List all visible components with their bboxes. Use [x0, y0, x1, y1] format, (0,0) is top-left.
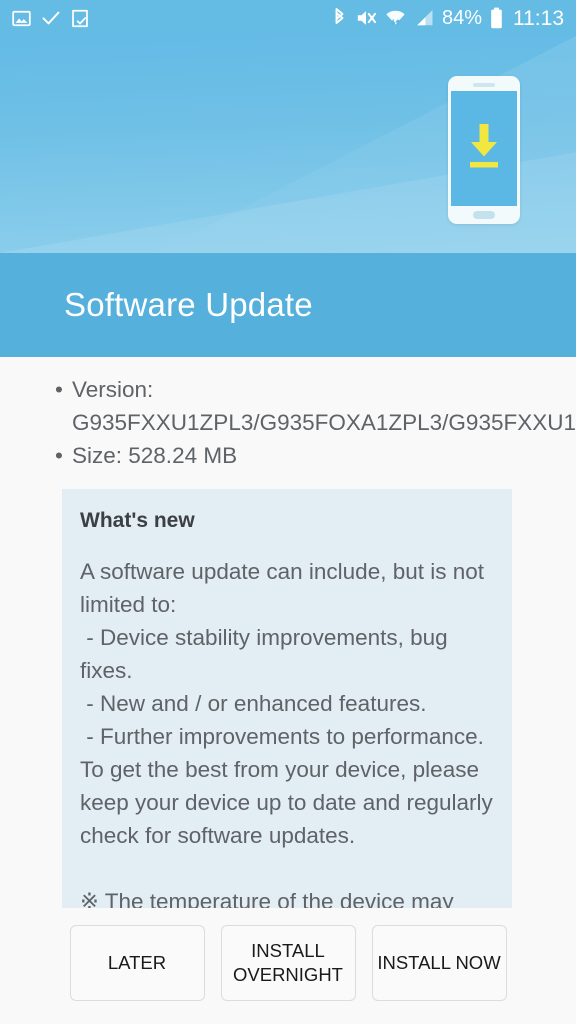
battery-percent-label: 84%: [441, 7, 482, 29]
whats-new-heading: What's new: [80, 509, 195, 532]
action-button-row: LATER INSTALL OVERNIGHT INSTALL NOW: [0, 925, 576, 1001]
later-button[interactable]: LATER: [69, 925, 205, 1001]
cellular-signal-icon: [414, 8, 434, 28]
whats-new-panel: What's new A software update can include…: [62, 489, 512, 908]
status-bar-left-icons: [12, 8, 89, 28]
update-details: • Version: G935FXXU1ZPL3/G935FOXA1ZPL3/G9…: [0, 357, 576, 472]
version-line: • Version: G935FXXU1ZPL3/G935FOXA1ZPL3/G9…: [55, 373, 576, 439]
size-bullet-icon: •: [55, 443, 63, 468]
image-icon: [12, 9, 31, 28]
download-arrow-icon: [470, 124, 498, 168]
hero-banner: [0, 36, 576, 253]
whats-new-body: A software update can include, but is no…: [80, 559, 493, 908]
phone-download-icon: [448, 76, 520, 224]
page-title: Software Update: [64, 286, 313, 323]
mute-icon: [355, 8, 377, 28]
software-update-screen: 84% 11:13 Software Update • Version: G93…: [0, 0, 576, 1024]
bluetooth-icon: [332, 7, 347, 29]
check-icon: [41, 8, 61, 28]
version-bullet-icon: •: [55, 377, 63, 402]
phone-home-button-graphic: [473, 211, 495, 219]
document-check-icon: [71, 9, 89, 28]
status-bar-right-icons: 84% 11:13: [332, 7, 564, 29]
status-bar: 84% 11:13: [0, 0, 576, 36]
title-bar: Software Update: [0, 253, 576, 357]
version-text: Version: G935FXXU1ZPL3/G935FOXA1ZPL3/G93…: [72, 377, 576, 435]
content-area: • Version: G935FXXU1ZPL3/G935FOXA1ZPL3/G9…: [0, 357, 576, 1024]
battery-icon: [490, 7, 503, 29]
status-bar-clock: 11:13: [513, 6, 564, 30]
install-overnight-button[interactable]: INSTALL OVERNIGHT: [220, 925, 356, 1001]
size-line: • Size: 528.24 MB: [55, 439, 512, 472]
wifi-icon: [385, 8, 406, 28]
install-now-button[interactable]: INSTALL NOW: [371, 925, 507, 1001]
phone-speaker-graphic: [473, 83, 495, 87]
size-text: Size: 528.24 MB: [72, 443, 238, 468]
